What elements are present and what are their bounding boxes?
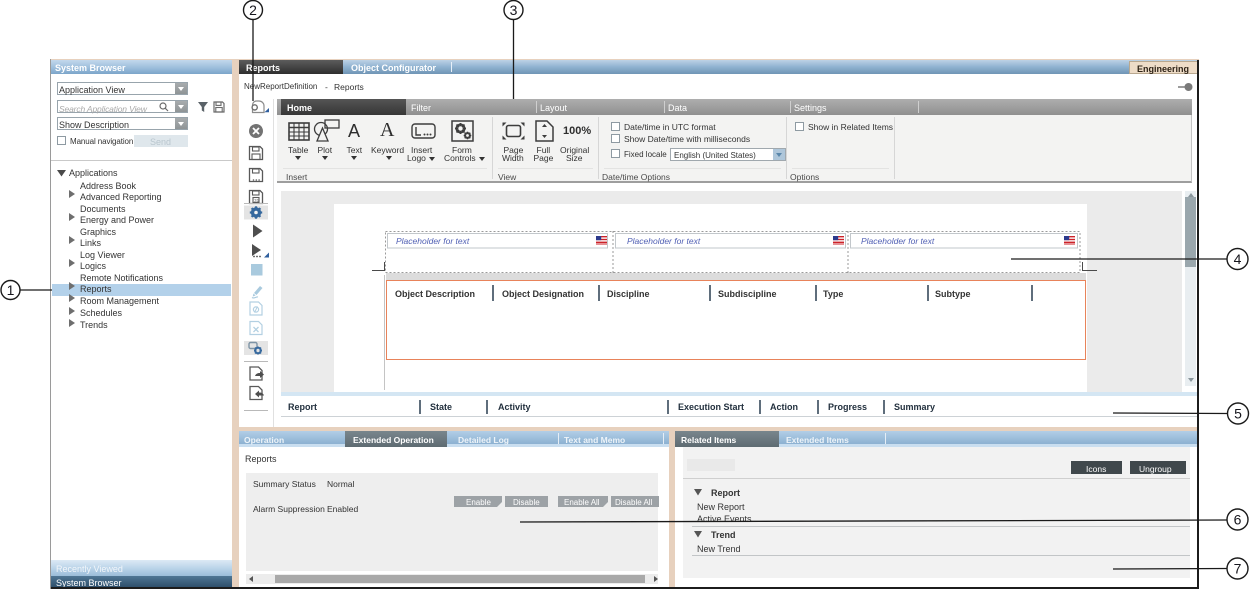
svg-text:7: 7: [1234, 561, 1242, 577]
svg-text:5: 5: [1234, 406, 1242, 422]
svg-text:1: 1: [7, 282, 15, 298]
svg-text:4: 4: [1234, 251, 1242, 267]
svg-text:3: 3: [510, 2, 518, 18]
svg-text:2: 2: [249, 2, 257, 18]
svg-text:6: 6: [1234, 512, 1242, 528]
